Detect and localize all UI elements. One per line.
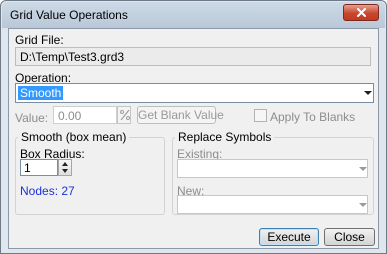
close-button[interactable]: Close: [324, 228, 375, 246]
new-symbol-select[interactable]: [177, 195, 368, 214]
chevron-down-icon: [364, 91, 372, 95]
existing-symbol-select[interactable]: [177, 159, 368, 178]
value-calculator-button[interactable]: [117, 106, 131, 124]
grid-file-path-field: D:\Temp\Test3.grd3: [15, 47, 371, 66]
spinner-arrows-icon: [62, 162, 68, 173]
close-icon: [357, 8, 366, 17]
window-close-button[interactable]: [343, 4, 379, 21]
window-title: Grid Value Operations: [10, 8, 128, 22]
dialog-client-area: Grid File: D:\Temp\Test3.grd3 Operation:…: [8, 28, 379, 249]
percent-icon: [120, 109, 130, 121]
grid-file-label: Grid File:: [15, 33, 64, 47]
value-label: Value:: [15, 111, 49, 125]
operation-selected-value: Smooth: [18, 86, 64, 100]
apply-to-blanks-checkbox[interactable]: [254, 109, 267, 122]
grid-file-path-text: D:\Temp\Test3.grd3: [20, 50, 125, 64]
dialog-window: Grid Value Operations Grid File: D:\Temp…: [0, 0, 387, 254]
value-input-text: 0.00: [58, 109, 82, 123]
replace-symbols-group-title: Replace Symbols: [175, 130, 275, 144]
value-input[interactable]: 0.00: [53, 106, 117, 124]
box-radius-value: 1: [24, 161, 31, 175]
smooth-group-title: Smooth (box mean): [18, 130, 130, 144]
box-radius-input[interactable]: 1: [20, 159, 58, 176]
title-bar[interactable]: Grid Value Operations: [2, 2, 385, 28]
box-radius-spinner[interactable]: [58, 159, 72, 176]
chevron-down-icon: [359, 203, 367, 207]
apply-to-blanks-label: Apply To Blanks: [270, 110, 356, 124]
operation-select[interactable]: Smooth: [15, 83, 374, 103]
execute-button[interactable]: Execute: [259, 228, 319, 246]
chevron-down-icon: [359, 167, 367, 171]
nodes-count-text: Nodes: 27: [20, 184, 75, 198]
get-blank-value-button[interactable]: Get Blank Value: [137, 106, 224, 124]
